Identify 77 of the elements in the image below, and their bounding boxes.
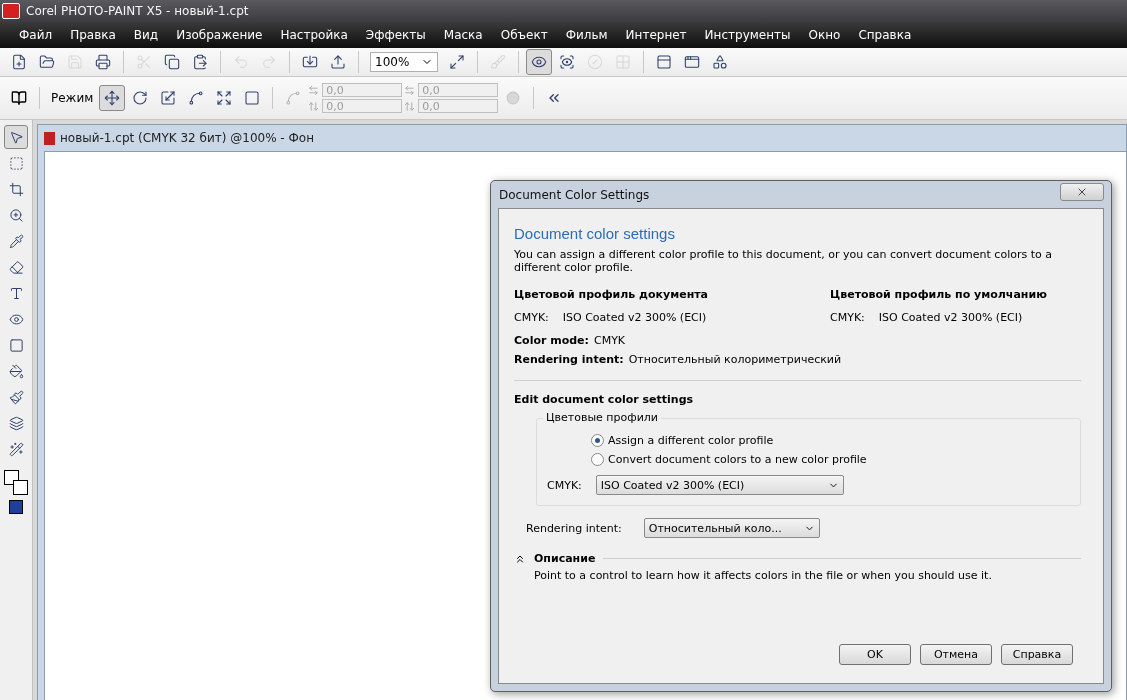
radio-option[interactable]: Convert document colors to a new color profile [591,450,1070,469]
zoom-dropdown[interactable]: 100% [370,52,438,72]
close-button[interactable] [1060,182,1104,201]
paint-bucket-icon [8,363,24,379]
resize-icon [216,90,233,106]
wand-icon [8,441,24,457]
field-value: Относительный колориметрический [628,353,842,366]
group-title: Цветовые профили [543,411,661,424]
move-icon [104,90,121,106]
section-heading: Описание [534,552,596,565]
skew-icon [285,90,302,106]
intro-text: You can assign a different color profile to this document, or you can convert document colors to a different color profile. [514,248,1053,274]
menu-item[interactable]: Настройка [271,28,357,42]
menu-item[interactable]: Справка [849,28,921,42]
eraser-icon [8,259,24,275]
layers-icon [8,415,24,431]
menu-item[interactable]: Изображение [167,28,272,42]
select-label: CMYK: [547,478,582,492]
profile-value: ISO Coated v2 300% (ECI) [878,311,1023,324]
book-icon [11,90,27,106]
menu-item[interactable]: Файл [10,28,62,42]
scale-icon [160,90,177,106]
height-icon [404,100,416,112]
dialog-title: Document Color Settings [498,187,650,202]
document-icon [44,131,55,145]
menu-item[interactable]: Окно [799,28,850,42]
eye-icon [8,311,24,327]
radio-option[interactable]: Assign a different color profile [591,431,1070,450]
dialog-button[interactable]: Справка [1001,644,1073,665]
window-title: Corel PHOTO-PAINT X5 - новый-1.cpt [26,4,249,18]
profile-label: CMYK: [830,311,865,324]
section-heading: Цветовой профиль по умолчанию [830,288,1048,301]
mode-label: Режим [51,91,94,105]
transform-button[interactable] [99,85,126,111]
width-icon [308,84,320,96]
description-text: Point to a control to learn how it affects colors in the file or when you should use it. [534,569,993,582]
menu-item[interactable]: Инструменты [695,28,800,42]
color-swatches-drawing[interactable] [4,470,28,496]
paper-color-swatch[interactable] [9,500,23,514]
dialog-heading: Document color settings [514,225,676,242]
menu-item[interactable]: Эффекты [356,28,435,42]
pointer-icon [8,129,24,145]
text-icon [8,285,24,301]
profile-label: CMYK: [514,311,549,324]
eyedropper-icon [8,233,24,249]
marquee-icon [8,155,24,171]
menu-item[interactable]: Маска [434,28,492,42]
select-label: Rendering intent: [526,521,622,535]
section-heading: Edit document color settings [514,393,695,406]
toolbar-button[interactable] [526,49,552,75]
height-icon [308,100,320,112]
app-logo-icon [2,3,20,19]
rotate-icon [132,90,149,106]
menu-item[interactable]: Вид [124,28,168,42]
paintbrush-icon [8,389,24,405]
document-title: новый-1.cpt (CMYK 32 бит) @100% - Фон [60,131,315,145]
rectangle-icon [8,337,24,353]
menu-item[interactable]: Фильм [556,28,617,42]
width-icon [404,84,416,96]
square-icon [244,90,261,106]
section-heading: Цветовой профиль документа [514,288,710,301]
field-value: CMYK [593,334,626,347]
intent-dropdown[interactable]: Относительный коло... [643,518,820,538]
dialog-button[interactable]: Отмена [920,644,992,665]
zoom-icon [8,207,24,223]
dialog-button[interactable]: OK [839,644,911,665]
menu-item[interactable]: Интернет [616,28,696,42]
skew-icon [188,90,205,106]
circle-icon [506,91,521,105]
field-label: Rendering intent: [514,353,624,366]
crop-icon [8,181,24,197]
profile-value: ISO Coated v2 300% (ECI) [562,311,707,324]
tool-button[interactable] [4,125,28,149]
menu-item[interactable]: Правка [61,28,125,42]
field-label: Color mode: [514,334,589,347]
profile-dropdown[interactable]: ISO Coated v2 300% (ECI) [595,475,844,495]
menu-item[interactable]: Объект [491,28,557,42]
